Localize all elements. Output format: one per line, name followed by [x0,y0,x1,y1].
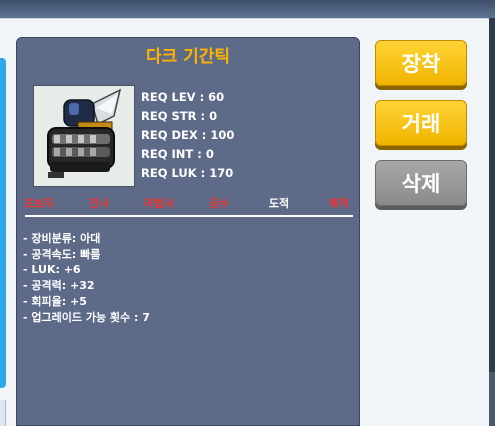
job-thief: 도적 [268,197,290,210]
req-level: REQ LEV : 60 [141,90,225,104]
left-side-accent [0,58,6,388]
job-beginner: 초보자 [23,197,55,210]
job-magician: 마법사 [143,197,175,210]
item-name: 다크 기간틱 [145,47,231,67]
dark-claw-icon [47,88,122,178]
req-int: REQ INT : 0 [141,147,214,161]
req-luk: REQ LUK : 170 [141,166,234,180]
req-dex: REQ DEX : 100 [141,128,235,142]
right-window-edge [489,18,495,426]
desc-attack: - 공격력: +32 [23,279,95,293]
left-stub-tab [0,400,6,426]
req-str: REQ STR : 0 [141,109,218,123]
desc-attack-speed: - 공격속도: 빠름 [23,247,101,261]
item-detail-panel: 다크 기간틱 REQ LEV : 60 REQ STR: 0 REQ DEX … [16,37,360,426]
section-divider [25,215,353,217]
item-description: - 장비분류: 아대 - 공격속도: 빠름 - LUK: +6 - 공격력: +… [23,231,150,325]
delete-button[interactable]: 삭제 [375,160,467,206]
desc-avoid: - 회피율: +5 [23,294,87,308]
desc-equip-type: - 장비분류: 아대 [23,232,101,245]
top-window-strip [0,0,495,19]
desc-luk: - LUK: +6 [23,263,81,277]
job-bowman: 궁수 [208,197,230,210]
job-restriction-row: 초보자 전사 마법사 궁수 도적 해적 [17,195,361,211]
job-pirate: 해적 [328,197,350,210]
job-warrior: 전사 [88,197,110,210]
requirement-list: REQ LEV : 60 REQ STR : 0 REQ DEX : 100 R… [141,88,234,183]
desc-upgrade-slots: - 업그레이드 가능 횟수 : 7 [23,310,150,324]
equip-button[interactable]: 장착 [375,40,467,86]
right-window-edge-lower [489,372,495,426]
trade-button[interactable]: 거래 [375,100,467,146]
item-image [33,85,135,187]
